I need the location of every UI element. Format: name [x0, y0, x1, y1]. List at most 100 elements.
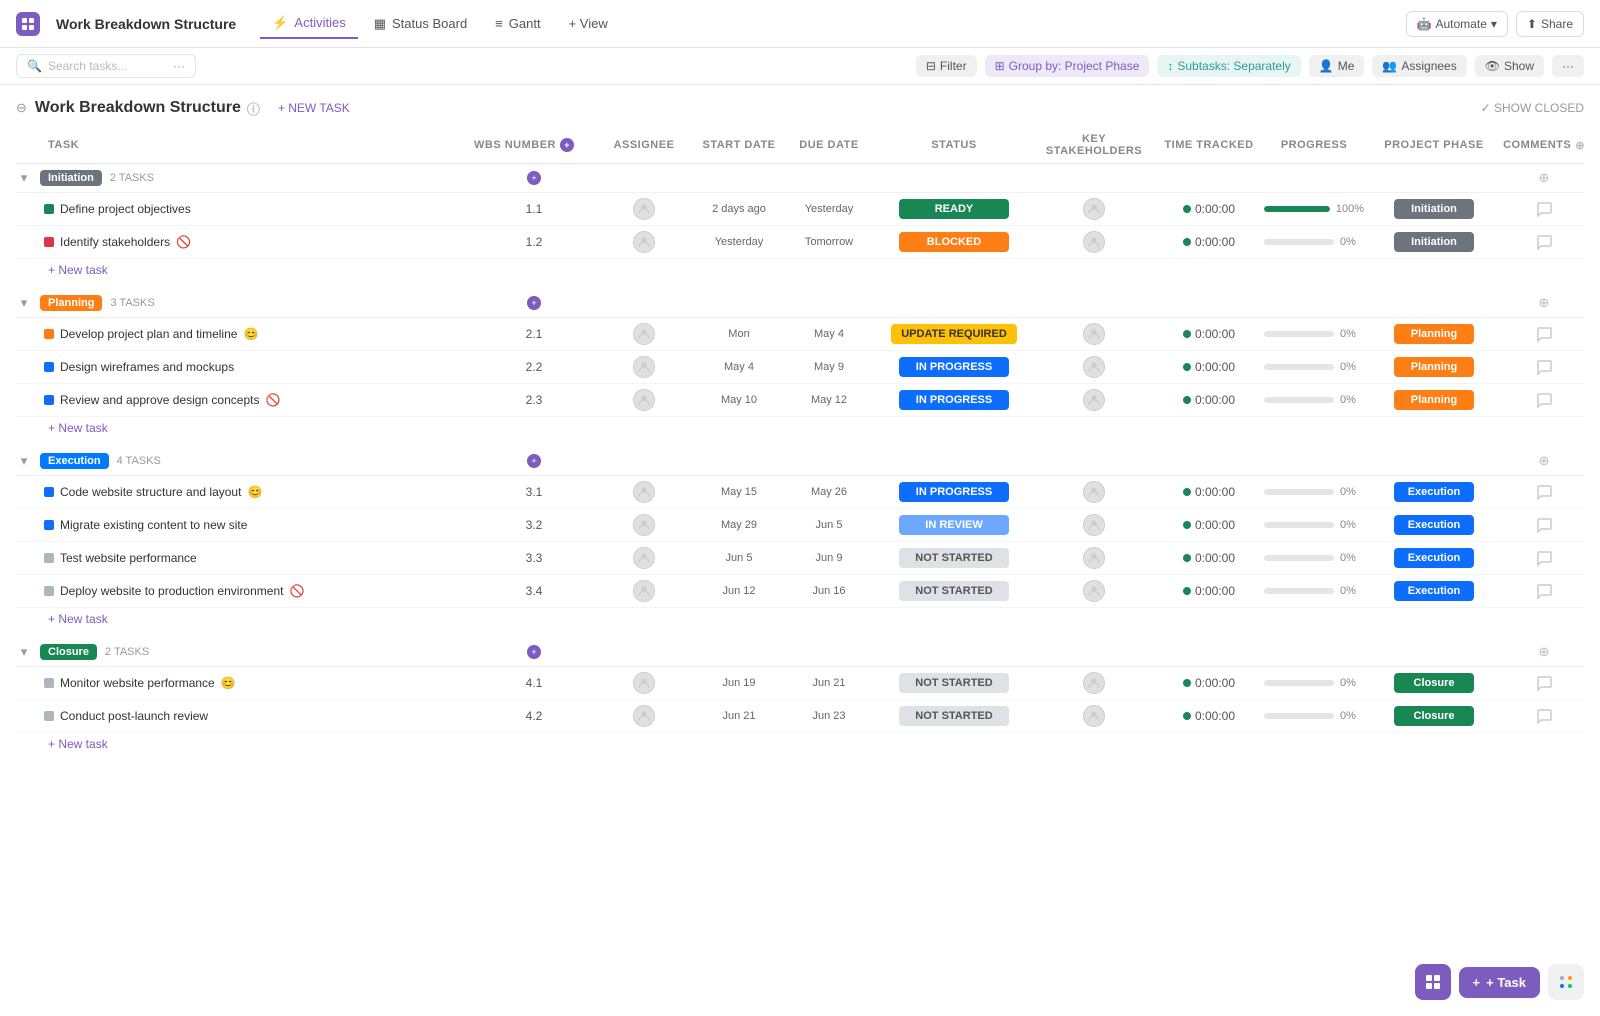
- task-stakeholders[interactable]: [1034, 514, 1154, 536]
- task-assignee[interactable]: [594, 231, 694, 253]
- group-toggle-execution[interactable]: ▾: [16, 453, 32, 469]
- task-name[interactable]: Migrate existing content to new site: [60, 518, 247, 532]
- group-add-comments-closure[interactable]: ⊕: [1504, 644, 1584, 660]
- task-status[interactable]: NOT STARTED: [874, 548, 1034, 568]
- tab-status-board[interactable]: ▦ Status Board: [362, 9, 479, 39]
- add-col-icon[interactable]: +: [527, 171, 541, 185]
- toolbar-more-button[interactable]: ···: [1552, 55, 1584, 77]
- task-comment[interactable]: [1504, 549, 1584, 567]
- task-phase: Planning: [1364, 357, 1504, 377]
- group-add-comments-execution[interactable]: ⊕: [1504, 453, 1584, 469]
- task-name[interactable]: Deploy website to production environment: [60, 584, 283, 598]
- task-status[interactable]: READY: [874, 199, 1034, 219]
- subtasks-button[interactable]: ↕ Subtasks: Separately: [1157, 55, 1300, 77]
- task-name[interactable]: Define project objectives: [60, 202, 191, 216]
- search-more-icon[interactable]: ···: [173, 59, 185, 73]
- me-button[interactable]: 👤 Me: [1309, 55, 1365, 77]
- task-name[interactable]: Identify stakeholders: [60, 235, 170, 249]
- col-wbs: WBS NUMBER +: [474, 138, 594, 152]
- task-status[interactable]: IN PROGRESS: [874, 390, 1034, 410]
- group-header-closure: ▾ Closure 2 TASKS: [16, 644, 474, 660]
- task-stakeholders[interactable]: [1034, 547, 1154, 569]
- task-assignee[interactable]: [594, 547, 694, 569]
- task-assignee[interactable]: [594, 481, 694, 503]
- filter-button[interactable]: ⊟ Filter: [916, 55, 977, 77]
- group-add-comments-planning[interactable]: ⊕: [1504, 295, 1584, 311]
- task-dot: [44, 586, 54, 596]
- task-comment[interactable]: [1504, 391, 1584, 409]
- task-status[interactable]: NOT STARTED: [874, 706, 1034, 726]
- add-col-icon[interactable]: +: [527, 645, 541, 659]
- task-stakeholders[interactable]: [1034, 198, 1154, 220]
- group-add-comments-initiation[interactable]: ⊕: [1504, 170, 1584, 186]
- share-button[interactable]: ⬆ Share: [1516, 11, 1584, 37]
- tab-view[interactable]: + View: [557, 9, 620, 39]
- group-toggle-planning[interactable]: ▾: [16, 295, 32, 311]
- task-stakeholders[interactable]: [1034, 323, 1154, 345]
- task-name[interactable]: Review and approve design concepts: [60, 393, 259, 407]
- task-stakeholders[interactable]: [1034, 481, 1154, 503]
- task-due-date: Jun 21: [784, 677, 874, 689]
- task-status[interactable]: UPDATE REQUIRED: [874, 324, 1034, 344]
- task-assignee[interactable]: [594, 323, 694, 345]
- task-status[interactable]: NOT STARTED: [874, 673, 1034, 693]
- show-closed-button[interactable]: ✓ SHOW CLOSED: [1481, 101, 1584, 115]
- task-comment[interactable]: [1504, 674, 1584, 692]
- automate-button[interactable]: 🤖 Automate ▾: [1406, 11, 1508, 37]
- task-status[interactable]: IN PROGRESS: [874, 482, 1034, 502]
- task-name[interactable]: Design wireframes and mockups: [60, 360, 234, 374]
- search-box[interactable]: 🔍 Search tasks... ···: [16, 54, 196, 78]
- task-stakeholders[interactable]: [1034, 356, 1154, 378]
- task-comment[interactable]: [1504, 325, 1584, 343]
- group-toggle-initiation[interactable]: ▾: [16, 170, 32, 186]
- new-task-row[interactable]: + New task: [16, 608, 1584, 630]
- add-col-icon[interactable]: +: [527, 296, 541, 310]
- new-task-button[interactable]: + NEW TASK: [268, 97, 360, 119]
- fab-task-icon: +: [1473, 975, 1481, 990]
- task-comment[interactable]: [1504, 707, 1584, 725]
- task-assignee[interactable]: [594, 672, 694, 694]
- task-status[interactable]: IN PROGRESS: [874, 357, 1034, 377]
- task-name[interactable]: Code website structure and layout: [60, 485, 241, 499]
- group-toggle-closure[interactable]: ▾: [16, 644, 32, 660]
- task-assignee[interactable]: [594, 389, 694, 411]
- task-assignee[interactable]: [594, 356, 694, 378]
- task-comment[interactable]: [1504, 233, 1584, 251]
- task-name[interactable]: Test website performance: [60, 551, 197, 565]
- tab-gantt[interactable]: ≡ Gantt: [483, 9, 552, 39]
- tab-activities[interactable]: ⚡ Activities: [260, 9, 357, 39]
- new-task-row[interactable]: + New task: [16, 417, 1584, 439]
- task-comment[interactable]: [1504, 358, 1584, 376]
- task-name[interactable]: Develop project plan and timeline: [60, 327, 237, 341]
- task-stakeholders[interactable]: [1034, 389, 1154, 411]
- task-comment[interactable]: [1504, 516, 1584, 534]
- task-stakeholders[interactable]: [1034, 705, 1154, 727]
- task-comment[interactable]: [1504, 483, 1584, 501]
- task-comment[interactable]: [1504, 200, 1584, 218]
- task-assignee[interactable]: [594, 198, 694, 220]
- show-button[interactable]: 👁 Show: [1475, 55, 1544, 77]
- avatar: [633, 705, 655, 727]
- task-status[interactable]: NOT STARTED: [874, 581, 1034, 601]
- new-task-row[interactable]: + New task: [16, 259, 1584, 281]
- task-stakeholders[interactable]: [1034, 672, 1154, 694]
- task-stakeholders[interactable]: [1034, 580, 1154, 602]
- fab-grid-button[interactable]: [1415, 964, 1451, 1000]
- fab-task-button[interactable]: + + Task: [1459, 967, 1540, 998]
- collapse-icon[interactable]: ⊖: [16, 100, 27, 116]
- task-assignee[interactable]: [594, 514, 694, 536]
- add-col-icon[interactable]: +: [527, 454, 541, 468]
- task-stakeholders[interactable]: [1034, 231, 1154, 253]
- assignees-button[interactable]: 👥 Assignees: [1372, 55, 1466, 77]
- task-name[interactable]: Monitor website performance: [60, 676, 215, 690]
- task-comment[interactable]: [1504, 582, 1584, 600]
- task-assignee[interactable]: [594, 580, 694, 602]
- new-task-row[interactable]: + New task: [16, 733, 1584, 755]
- time-value: 0:00:00: [1195, 676, 1235, 690]
- task-status[interactable]: IN REVIEW: [874, 515, 1034, 535]
- fab-apps-button[interactable]: [1548, 964, 1584, 1000]
- group-by-button[interactable]: ⊞ Group by: Project Phase: [985, 55, 1150, 77]
- task-assignee[interactable]: [594, 705, 694, 727]
- task-status[interactable]: BLOCKED: [874, 232, 1034, 252]
- task-name[interactable]: Conduct post-launch review: [60, 709, 208, 723]
